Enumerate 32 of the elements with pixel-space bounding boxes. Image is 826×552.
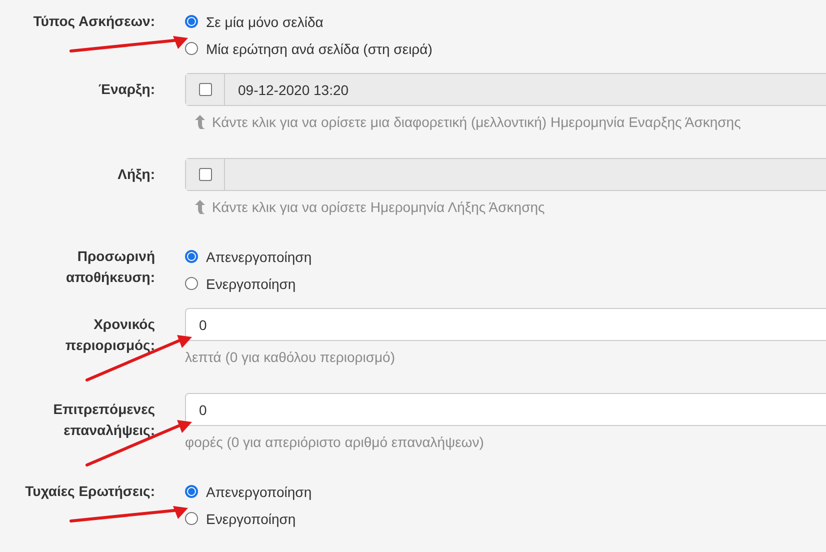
hint-text: Κάντε κλικ για να ορίσετε Ημερομηνία Λήξης Άσκησης bbox=[212, 198, 545, 217]
field-label: Χρονικός περιορισμός: bbox=[64, 315, 155, 355]
field-label: Τύπος Ασκήσεων: bbox=[33, 12, 155, 31]
radio-button[interactable] bbox=[185, 42, 198, 55]
radio-button[interactable] bbox=[185, 277, 198, 290]
up-arrow-icon bbox=[195, 200, 205, 214]
radio-button[interactable] bbox=[185, 512, 198, 525]
date-field[interactable] bbox=[185, 158, 826, 191]
field-label: Προσωρινή αποθήκευση: bbox=[65, 247, 155, 287]
radio-label[interactable]: Μία ερώτηση ανά σελίδα (στη σειρά) bbox=[206, 40, 432, 56]
radio-label[interactable]: Ενεργοποίηση bbox=[206, 510, 296, 526]
hint-text: λεπτά (0 για καθόλου περιορισμό) bbox=[185, 348, 395, 367]
checkbox[interactable] bbox=[198, 83, 212, 96]
field-label: Τυχαίες Ερωτήσεις: bbox=[25, 482, 155, 501]
checkbox[interactable] bbox=[198, 168, 212, 181]
radio-label[interactable]: Ενεργοποίηση bbox=[206, 276, 296, 292]
field-label: Επιτρεπόμενες επαναλήψεις: bbox=[52, 400, 155, 440]
field-label: Έναρξη: bbox=[98, 80, 155, 99]
number-field[interactable]: 0 bbox=[185, 308, 826, 341]
radio-label[interactable]: Απενεργοποίηση bbox=[206, 484, 312, 500]
field-label: Λήξη: bbox=[118, 165, 155, 184]
radio-label[interactable]: Απενεργοποίηση bbox=[206, 248, 312, 264]
number-field[interactable]: 0 bbox=[185, 393, 826, 426]
radio-button[interactable] bbox=[185, 250, 198, 263]
date-value: 09-12-2020 13:20 bbox=[238, 82, 349, 98]
up-arrow-icon bbox=[195, 115, 205, 129]
hint-text: φορές (0 για απεριόριστο αριθμό επαναλήψεων) bbox=[185, 433, 484, 452]
radio-button[interactable] bbox=[185, 15, 198, 28]
hint-text: Κάντε κλικ για να ορίσετε μια διαφορετική (μελλοντική) Ημερομηνία Εναρξης Άσκησης bbox=[212, 113, 741, 132]
date-field[interactable]: 09-12-2020 13:20 bbox=[185, 73, 826, 106]
radio-button[interactable] bbox=[185, 485, 198, 498]
radio-label[interactable]: Σε μία μόνο σελίδα bbox=[206, 14, 324, 30]
